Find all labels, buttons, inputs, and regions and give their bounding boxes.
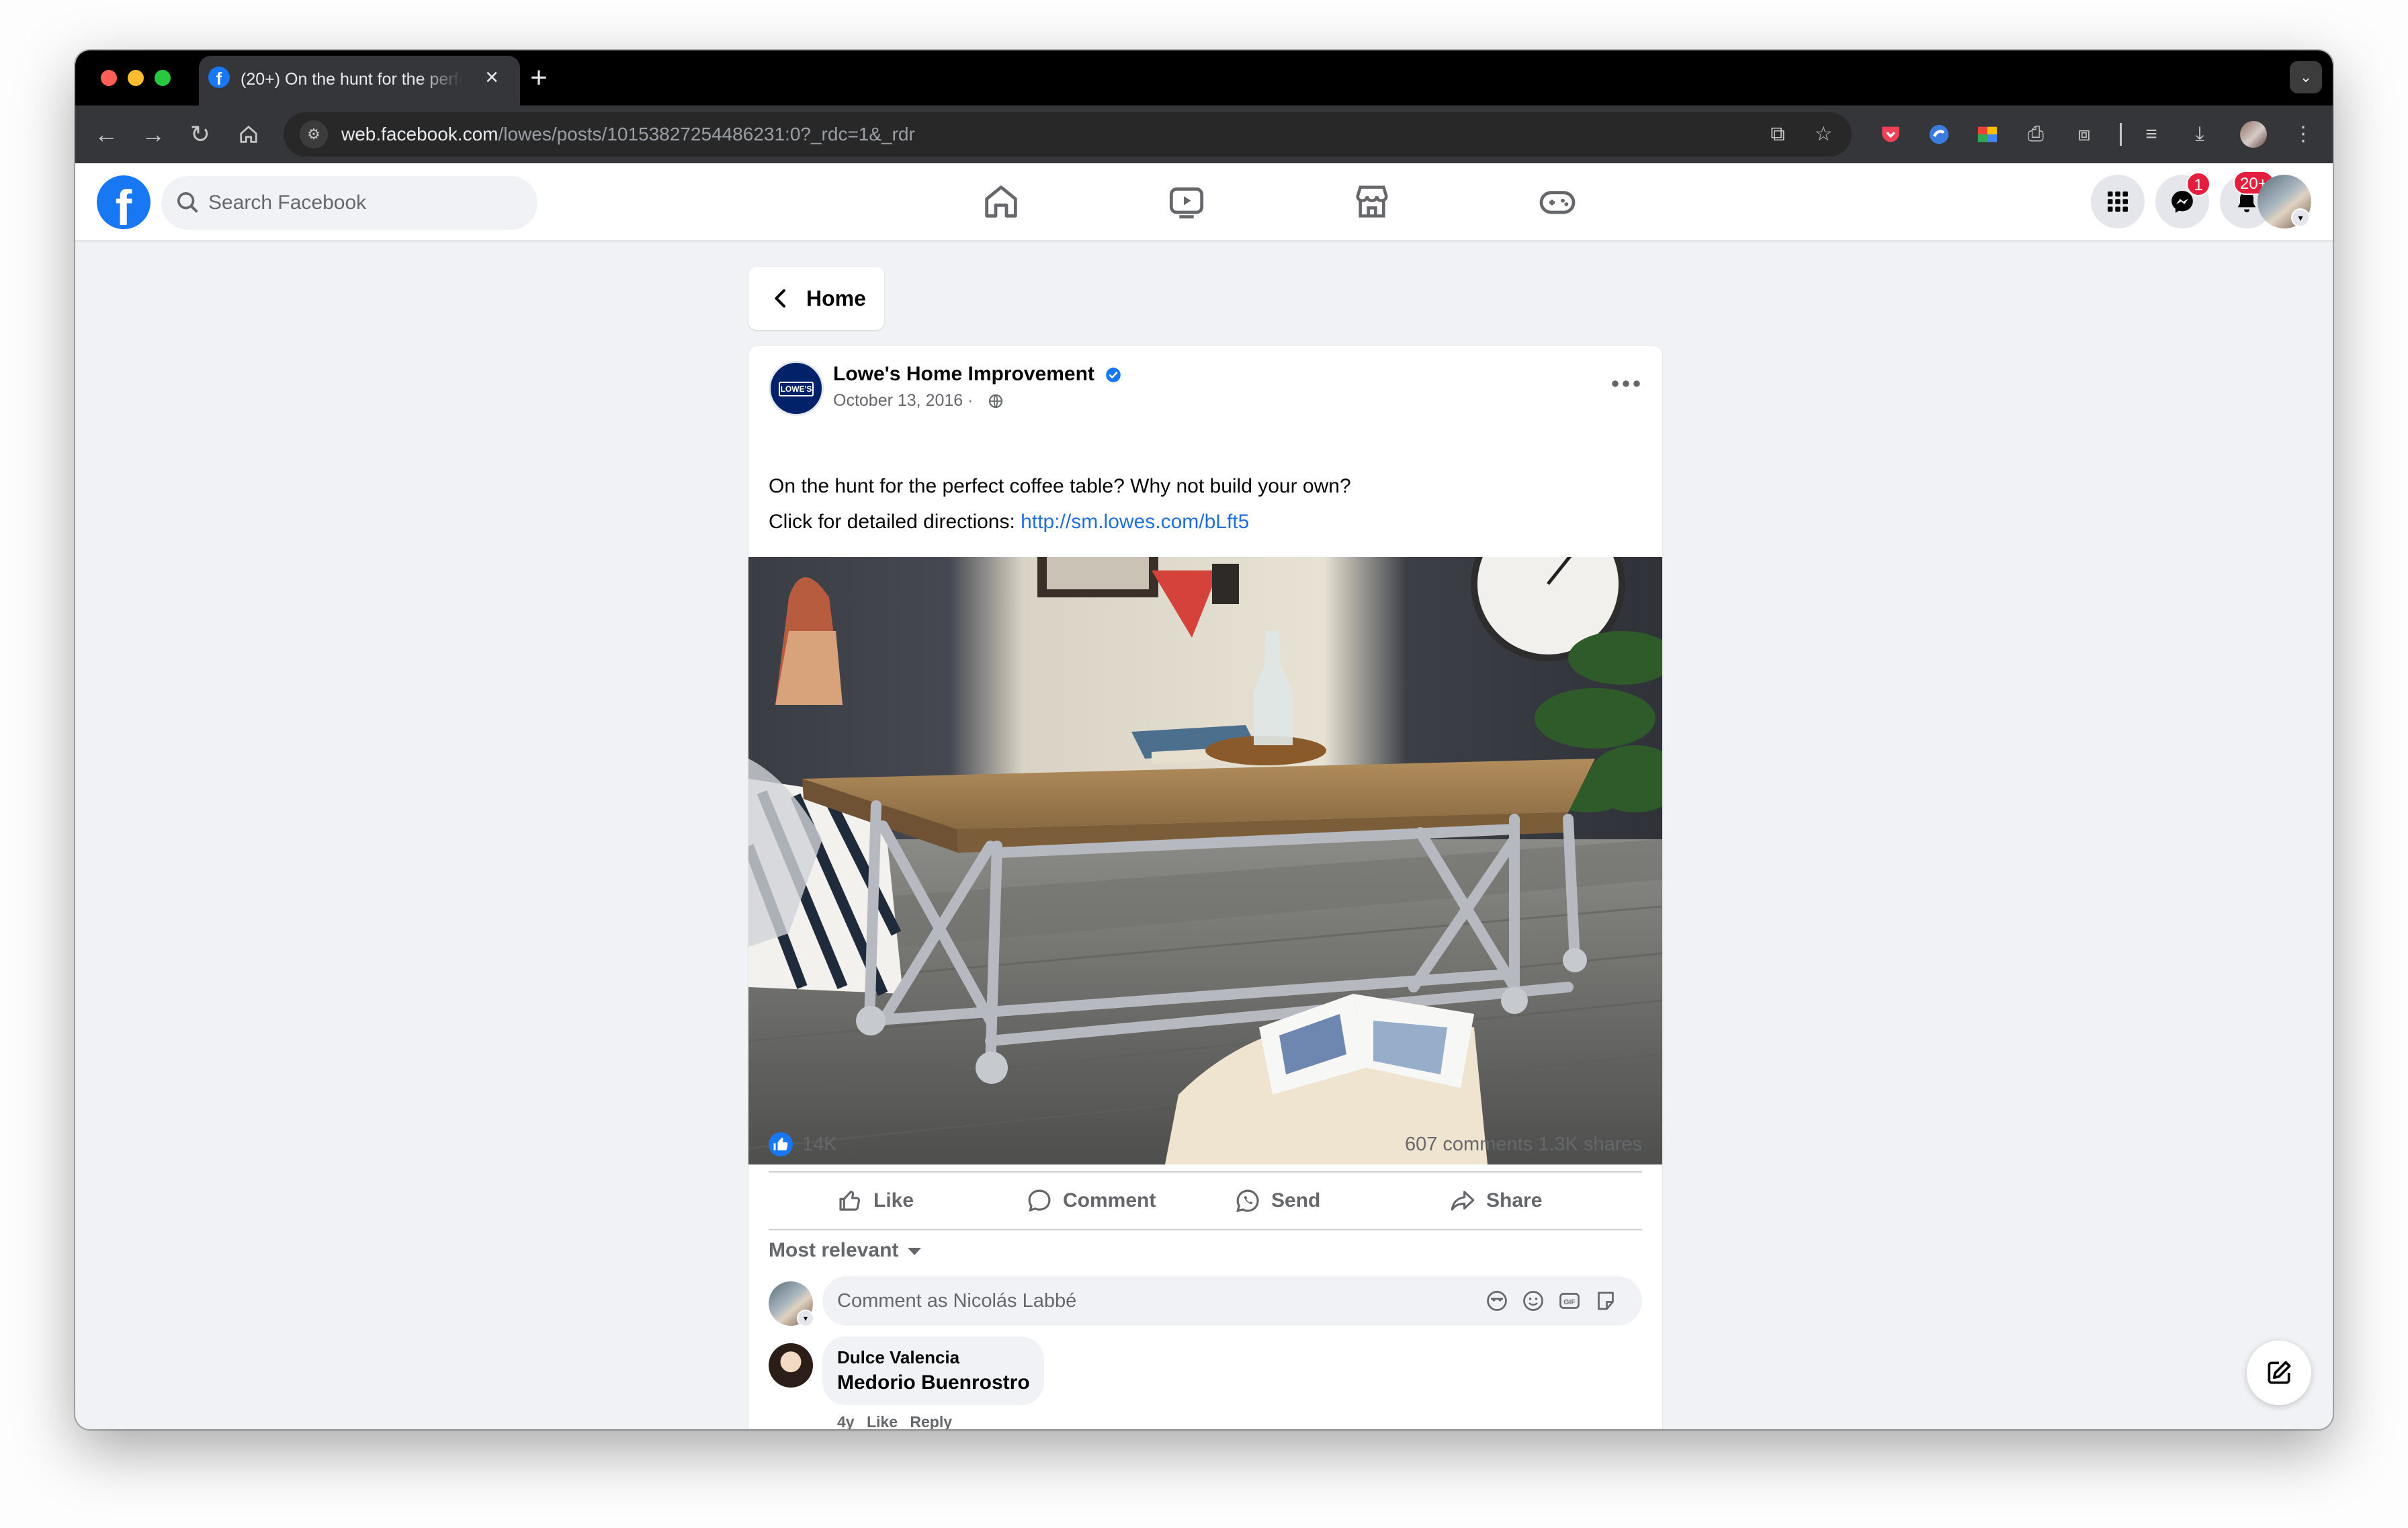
home-icon[interactable] [228,114,269,155]
messenger-badge: 1 [2186,172,2210,196]
facebook-favicon-icon: f [208,67,230,88]
like-label: Like [873,1189,914,1212]
browser-window: f (20+) On the hunt for the perfect coff… [75,50,2333,1429]
page-avatar[interactable]: LOWE'S [769,361,824,416]
post-link[interactable]: http://sm.lowes.com/bLft5 [1021,511,1249,533]
bookmark-star-icon[interactable]: ☆ [1807,118,1840,151]
comment-icon [1028,1189,1051,1212]
extension-colorful-icon[interactable] [1970,117,2005,152]
verified-icon [1106,368,1121,382]
menu-grid-button[interactable] [2091,175,2145,228]
extension-printer-icon[interactable]: ⎙ [2018,117,2053,152]
share-icon [1451,1191,1475,1211]
search-icon [177,192,198,213]
gif-icon[interactable]: GIF [1557,1289,1582,1313]
desktop-background: f (20+) On the hunt for the perfect coff… [0,0,2408,1528]
compose-icon [2268,1361,2291,1384]
pocket-icon[interactable] [1873,117,1908,152]
comment-input[interactable]: Comment as Nicolás Labbé GIF [822,1276,1642,1326]
nav-video-icon[interactable] [1165,180,1208,223]
minimize-window-button[interactable] [128,70,144,86]
more-icon[interactable] [1607,370,1645,397]
address-bar[interactable]: ⚙ web.facebook.com/lowes/posts/101538272… [284,112,1852,157]
nav-gaming-icon[interactable] [1536,180,1579,223]
tab-strip: f (20+) On the hunt for the perfect coff… [75,50,2333,105]
share-label: Share [1486,1189,1543,1212]
comment-bubble: Dulce Valencia Medorio Buenrostro [822,1336,1044,1405]
comment-text[interactable]: Medorio Buenrostro [837,1370,1030,1396]
toolbar-separator [2120,123,2122,146]
forward-icon[interactable]: → [133,114,173,155]
caret-down-icon [908,1247,922,1255]
divider-top [769,1171,1642,1173]
messenger-button[interactable]: 1 [2155,172,2210,228]
commenter-avatar[interactable] [769,1343,813,1388]
reactions-count[interactable]: 14K [802,1124,837,1164]
chevron-left-icon [775,289,785,308]
post-card: LOWE'S Lowe's Home Improvement October 1… [748,346,1662,1429]
send-button[interactable]: Send [1234,1174,1320,1228]
browser-profile-avatar[interactable] [2240,121,2267,148]
comment-meta[interactable]: 4y Like Reply [837,1413,952,1429]
account-chevron-down-icon[interactable]: ▾ [2291,208,2310,227]
share-button[interactable]: Share [1449,1174,1542,1228]
reading-list-icon[interactable]: ≡ [2134,117,2169,152]
download-icon[interactable]: ⤓ [2182,117,2217,152]
comment-placeholder: Comment as Nicolás Labbé [837,1290,1077,1312]
comments-shares-count[interactable]: 607 comments 1.3K shares [1405,1124,1642,1164]
new-message-button[interactable] [2247,1341,2311,1405]
post-text-line-1: On the hunt for the perfect coffee table… [769,475,1351,497]
menu-grid-icon [2108,192,2128,212]
back-label: Home [806,286,866,310]
tab-search-button[interactable]: ⌄ [2290,61,2322,93]
like-button[interactable]: Like [836,1174,914,1228]
user-chevron-down-icon[interactable]: ▾ [797,1310,814,1327]
back-to-home-button[interactable]: Home [748,267,884,330]
facebook-logo-icon[interactable]: f [97,175,150,229]
avatar-sticker-icon[interactable] [1485,1289,1509,1313]
like-icon [839,1190,861,1211]
page-name-link[interactable]: Lowe's Home Improvement [833,361,1094,388]
post-date[interactable]: October 13, 2016 · [833,389,973,412]
nav-marketplace-icon[interactable] [1350,180,1393,223]
tab-title: (20+) On the hunt for the perfect coffee… [241,70,462,89]
comment-button[interactable]: Comment [1025,1174,1156,1228]
lowes-logo: LOWE'S [779,382,814,396]
whatsapp-icon [1236,1189,1259,1213]
extension-blue-icon[interactable] [1922,117,1956,152]
comment-label: Comment [1063,1189,1156,1212]
browser-menu-icon[interactable]: ⋮ [2286,117,2321,152]
search-placeholder: Search Facebook [208,192,367,214]
browser-tab-active[interactable]: f (20+) On the hunt for the perfect coff… [199,56,520,105]
browser-toolbar: ← → ↻ ⚙ web.facebook.com/lowes/posts/101… [75,105,2333,163]
post-text-line-2: Click for detailed directions: http://sm… [769,511,1250,533]
search-input[interactable]: Search Facebook [161,176,538,230]
tune-icon[interactable]: ⚙ [300,120,328,148]
extensions-puzzle-icon[interactable]: ⧈ [2067,117,2102,152]
new-tab-button[interactable]: + [521,61,556,96]
install-icon[interactable]: ⧉ [1762,118,1794,151]
emoji-icon[interactable] [1521,1289,1545,1313]
send-label: Send [1271,1189,1321,1212]
close-window-button[interactable] [101,70,117,86]
globe-icon [988,394,1003,409]
maximize-window-button[interactable] [155,70,171,86]
svg-text:GIF: GIF [1563,1298,1576,1306]
like-reaction-icon[interactable] [769,1132,793,1156]
facebook-header: f Search Facebook 1 20+ ▾ [75,163,2333,240]
comment-author[interactable]: Dulce Valencia [837,1346,959,1369]
reload-icon[interactable]: ↻ [180,114,220,155]
url-text[interactable]: web.facebook.com/lowes/posts/10153827254… [341,112,915,157]
comment-sort-dropdown[interactable]: Most relevant [769,1230,922,1271]
nav-home-icon[interactable] [980,180,1023,223]
post-image[interactable] [748,557,1662,1164]
reactions-bar: 14K 607 comments 1.3K shares [769,1124,1642,1163]
sticker-icon[interactable] [1594,1289,1618,1313]
back-icon[interactable]: ← [86,114,126,155]
tab-close-icon[interactable]: × [480,65,504,89]
